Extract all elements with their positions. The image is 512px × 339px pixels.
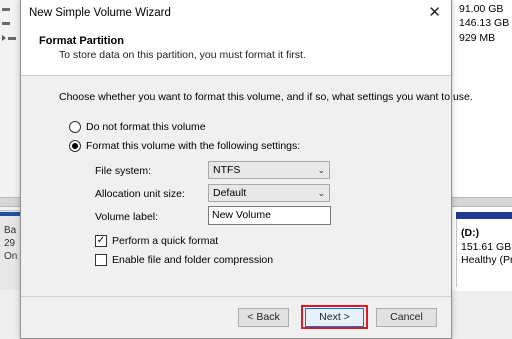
volume-row-icon <box>0 16 20 30</box>
allocation-unit-select[interactable]: Default ⌄ <box>208 184 330 202</box>
file-system-value: NTFS <box>213 164 241 176</box>
close-icon[interactable]: ✕ <box>428 5 441 21</box>
highlight-box <box>301 305 368 329</box>
disk-status: On <box>4 251 18 262</box>
partition-name: (D:) <box>461 227 480 239</box>
volume-row-icon <box>0 31 20 45</box>
allocation-unit-label: Allocation unit size: <box>95 188 185 200</box>
compression-option[interactable]: Enable file and folder compression <box>95 254 273 266</box>
instructions-text: Choose whether you want to format this v… <box>59 91 473 103</box>
page-subtitle: To store data on this partition, you mus… <box>59 49 306 61</box>
radio-label: Format this volume with the following se… <box>86 140 301 152</box>
partition-status: Healthy (Pr <box>461 254 512 266</box>
radio-label: Do not format this volume <box>86 121 206 133</box>
checkbox-label: Enable file and folder compression <box>112 254 274 266</box>
volume-list-right-edge <box>452 0 512 339</box>
file-system-select[interactable]: NTFS ⌄ <box>208 161 330 179</box>
compression-checkbox[interactable] <box>95 254 107 266</box>
checkbox-label: Perform a quick format <box>112 235 219 247</box>
back-button[interactable]: < Back <box>238 308 289 327</box>
footer-divider <box>21 296 451 297</box>
radio-button[interactable] <box>69 121 81 133</box>
quick-format-option[interactable]: ✓ Perform a quick format <box>95 235 218 247</box>
title-bar[interactable]: New Simple Volume Wizard ✕ <box>21 0 451 29</box>
wizard-header: Format Partition To store data on this p… <box>21 29 451 76</box>
new-simple-volume-wizard: New Simple Volume Wizard ✕ Format Partit… <box>20 0 473 339</box>
radio-format-volume[interactable]: Format this volume with the following se… <box>69 140 300 152</box>
disk-info-panel: Ba 29 On <box>0 210 20 290</box>
chevron-down-icon: ⌄ <box>317 188 325 198</box>
partition-bar <box>456 212 512 219</box>
volume-row-icon <box>0 2 20 16</box>
cancel-button[interactable]: Cancel <box>376 308 437 327</box>
disk-bar <box>0 212 20 216</box>
chevron-down-icon: ⌄ <box>317 165 325 175</box>
volume-label-label: Volume label: <box>95 211 159 223</box>
quick-format-checkbox[interactable]: ✓ <box>95 235 107 247</box>
disk-label: Ba <box>4 225 17 236</box>
volume-size: 929 MB <box>459 32 496 44</box>
page-title: Format Partition <box>39 35 124 47</box>
partition-size: 151.61 GB N <box>461 241 512 253</box>
volume-size: 146.13 GB <box>459 17 510 29</box>
window-title: New Simple Volume Wizard <box>29 7 171 19</box>
file-system-label: File system: <box>95 165 152 177</box>
radio-do-not-format[interactable]: Do not format this volume <box>69 121 206 133</box>
allocation-unit-value: Default <box>213 187 247 199</box>
volume-size: 91.00 GB <box>459 3 504 15</box>
radio-button-selected[interactable] <box>69 140 81 152</box>
disk-size: 29 <box>4 238 16 249</box>
volume-label-input[interactable]: New Volume <box>208 206 331 225</box>
